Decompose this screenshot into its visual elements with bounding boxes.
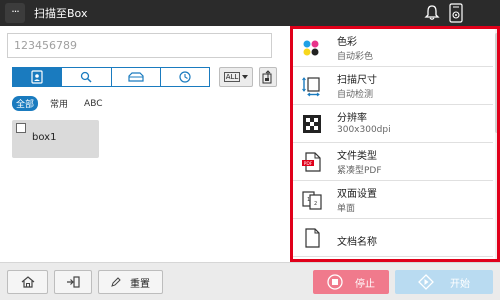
filter-dropdown-value: ALL <box>223 72 241 82</box>
setting-name: 色彩 <box>337 37 357 48</box>
index-filter-bar: 全部 常用 ABC <box>12 96 107 111</box>
setting-value: 紧凑型PDF <box>337 166 382 176</box>
tab-scanner[interactable] <box>112 68 161 86</box>
document-icon <box>305 228 320 248</box>
tab-address-book[interactable] <box>13 68 63 86</box>
home-icon <box>21 276 34 288</box>
page-title: 扫描至Box <box>34 7 88 20</box>
bell-icon[interactable] <box>424 4 440 21</box>
address-book-icon <box>31 70 43 84</box>
stop-button[interactable]: 停止 <box>313 270 389 294</box>
svg-text:2: 2 <box>314 201 317 207</box>
address-tabs <box>12 67 210 87</box>
login-icon <box>67 276 80 288</box>
setting-value: 300x300dpi <box>337 125 391 135</box>
login-button[interactable] <box>54 270 92 294</box>
chip-abc[interactable]: ABC <box>80 98 106 110</box>
svg-text:PDF: PDF <box>304 161 313 167</box>
reset-button[interactable]: 重置 <box>98 270 163 294</box>
start-label: 开始 <box>450 278 470 290</box>
setting-name: 扫描尺寸 <box>337 75 377 86</box>
chip-all[interactable]: 全部 <box>12 96 39 111</box>
setting-document-name[interactable]: 文档名称 <box>293 219 493 257</box>
stop-label: 停止 <box>355 278 375 290</box>
sort-button[interactable] <box>259 67 277 87</box>
chip-favorites[interactable]: 常用 <box>46 96 72 111</box>
tab-history[interactable] <box>161 68 209 86</box>
start-icon <box>418 274 434 290</box>
item-checkbox[interactable] <box>16 123 26 133</box>
setting-value: 自动检测 <box>337 90 374 100</box>
duplex-icon: 1 2 <box>302 191 322 210</box>
search-icon <box>81 71 92 83</box>
setting-resolution[interactable]: 分辨率 300x300dpi <box>293 105 493 143</box>
start-button[interactable]: 开始 <box>395 270 493 294</box>
home-button[interactable] <box>7 270 48 294</box>
settings-panel: 色彩 自动彩色 扫描尺寸 自动检测 分辨率 300x300dpi PDF 文件类… <box>290 26 500 262</box>
setting-duplex[interactable]: 1 2 双面设置 单面 <box>293 181 493 219</box>
scanner-icon <box>128 72 144 82</box>
destination-input[interactable] <box>7 33 272 58</box>
setting-color[interactable]: 色彩 自动彩色 <box>293 29 493 67</box>
file-type-icon: PDF <box>302 152 321 172</box>
setting-value: 自动彩色 <box>337 52 374 62</box>
setting-file-type[interactable]: PDF 文件类型 紧凑型PDF <box>293 143 493 181</box>
setting-name: 文档名称 <box>337 237 377 248</box>
menu-button[interactable]: ··· <box>5 3 25 23</box>
item-label: box1 <box>32 132 57 143</box>
chevron-down-icon <box>242 75 249 79</box>
svg-text:1: 1 <box>307 197 310 203</box>
filter-dropdown[interactable]: ALL <box>219 67 253 87</box>
setting-name: 文件类型 <box>337 151 377 162</box>
top-bar: ··· 扫描至Box <box>0 0 500 26</box>
setting-name: 双面设置 <box>337 189 377 200</box>
scan-size-icon <box>302 77 320 97</box>
printer-status-icon[interactable] <box>448 3 464 23</box>
setting-scan-size[interactable]: 扫描尺寸 自动检测 <box>293 67 493 105</box>
color-icon <box>303 40 319 56</box>
list-item[interactable]: box1 <box>12 120 99 158</box>
bottom-bar: 重置 停止 开始 <box>0 262 500 300</box>
resolution-icon <box>303 115 321 133</box>
reset-label: 重置 <box>130 278 150 290</box>
setting-name: 分辨率 <box>337 113 367 124</box>
clock-icon <box>179 71 191 83</box>
sort-icon <box>262 70 272 84</box>
setting-value: 单面 <box>337 204 356 214</box>
pencil-icon <box>111 277 121 287</box>
settings-scrollbar-thumb[interactable] <box>495 33 497 133</box>
stop-icon <box>327 274 343 290</box>
tab-search[interactable] <box>62 68 112 86</box>
